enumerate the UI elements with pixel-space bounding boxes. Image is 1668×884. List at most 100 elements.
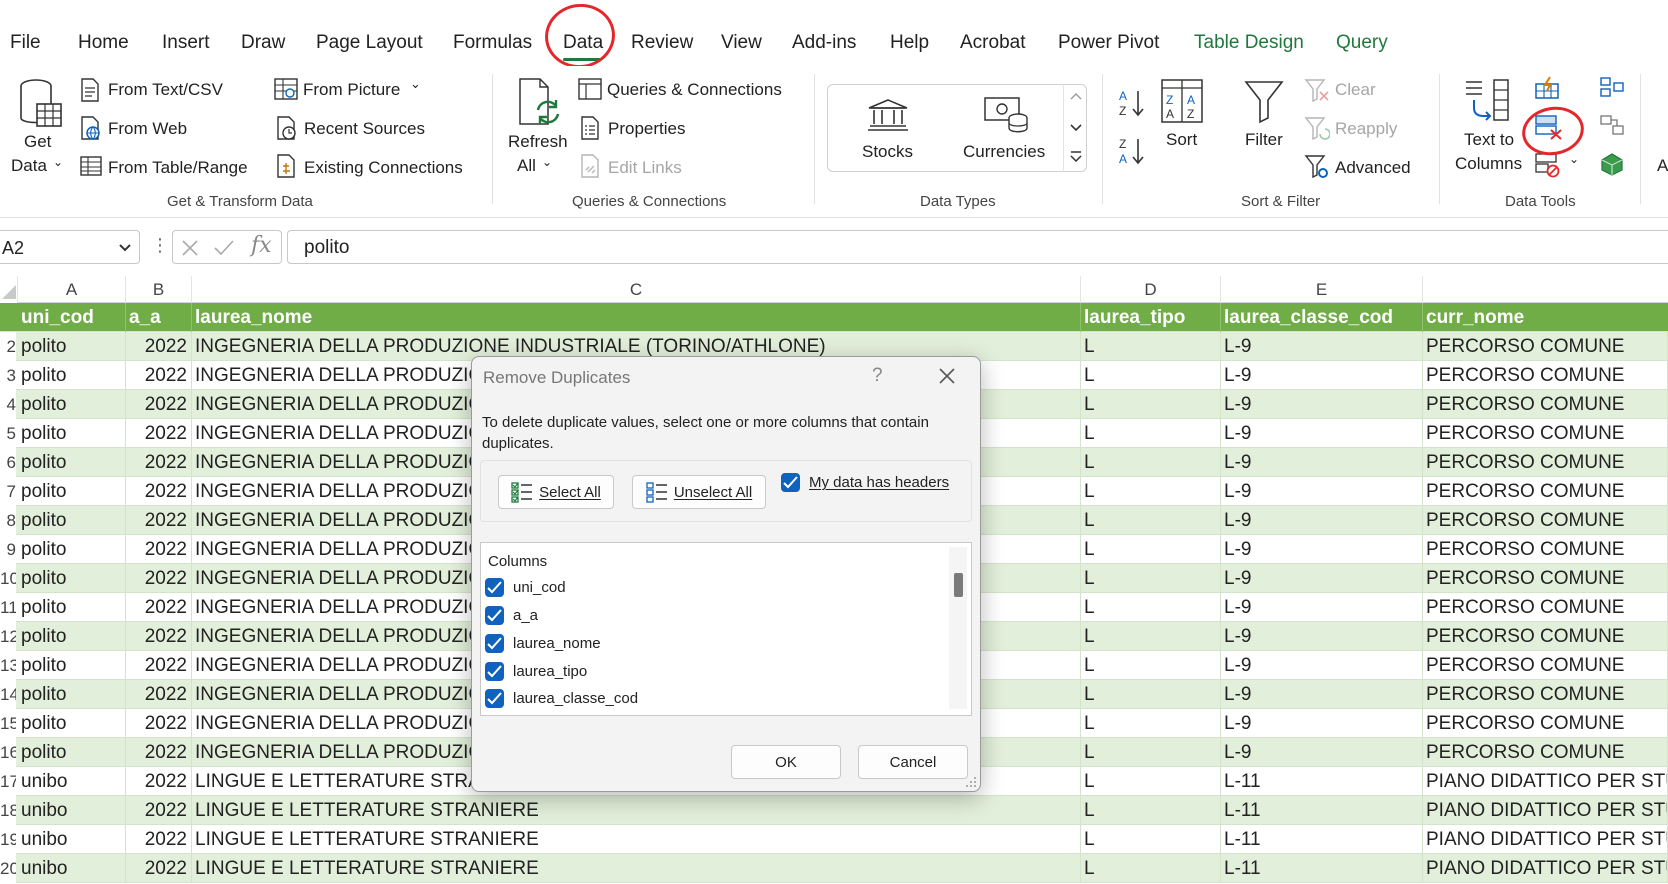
tab-help[interactable]: Help [890, 32, 929, 54]
row-number[interactable]: 7 [0, 477, 16, 506]
sort-icon[interactable]: Z A A Z [1160, 78, 1204, 124]
row-number[interactable]: 13 [0, 651, 16, 680]
tab-add-ins[interactable]: Add-ins [792, 32, 856, 54]
confirm-entry-icon[interactable] [213, 239, 235, 257]
from-table-range-button[interactable]: From Table/Range [108, 158, 248, 178]
help-icon[interactable]: ? [872, 365, 883, 387]
chevron-up-icon[interactable] [1070, 92, 1082, 100]
filter-button[interactable]: Filter [1245, 130, 1283, 150]
table-cell[interactable]: PIANO DIDATTICO PER STU [1423, 767, 1668, 796]
text-to-columns-icon[interactable] [1464, 78, 1512, 130]
from-web-button[interactable]: From Web [108, 119, 187, 139]
tab-query[interactable]: Query [1336, 32, 1388, 54]
table-cell[interactable]: L-9 [1221, 506, 1423, 535]
properties-button[interactable]: Properties [608, 119, 685, 139]
table-cell[interactable]: polito [18, 506, 126, 535]
data-model-icon[interactable] [1600, 152, 1624, 176]
formula-input[interactable]: polito [287, 230, 1668, 264]
refresh-all-label-2[interactable]: All [517, 156, 536, 176]
tab-insert[interactable]: Insert [162, 32, 210, 54]
table-header-cell[interactable]: uni_cod [18, 303, 126, 332]
table-cell[interactable]: LINGUE E LETTERATURE STRANIERE [192, 796, 1081, 825]
table-cell[interactable]: 2022 [126, 593, 192, 622]
row-number[interactable]: 5 [0, 419, 16, 448]
table-cell[interactable]: polito [18, 593, 126, 622]
sort-a-to-z-icon[interactable]: A Z [1118, 88, 1146, 118]
resize-grip-icon[interactable] [965, 776, 977, 788]
table-cell[interactable]: L-9 [1221, 593, 1423, 622]
table-cell[interactable]: L [1081, 448, 1221, 477]
tab-view[interactable]: View [721, 32, 762, 54]
table-cell[interactable]: polito [18, 390, 126, 419]
table-cell[interactable]: L [1081, 593, 1221, 622]
table-cell[interactable]: 2022 [126, 448, 192, 477]
table-cell[interactable]: L [1081, 709, 1221, 738]
table-cell[interactable]: PERCORSO COMUNE [1423, 622, 1668, 651]
table-cell[interactable]: L-11 [1221, 796, 1423, 825]
tab-home[interactable]: Home [78, 32, 129, 54]
table-cell[interactable]: 2022 [126, 825, 192, 854]
refresh-all-icon[interactable] [518, 78, 562, 130]
clear-button[interactable]: Clear [1335, 80, 1376, 100]
from-picture-button[interactable]: From Picture [303, 80, 400, 100]
advanced-button[interactable]: Advanced [1335, 158, 1411, 178]
table-cell[interactable]: PERCORSO COMUNE [1423, 651, 1668, 680]
chevron-down-icon[interactable] [118, 243, 132, 253]
unselect-all-button[interactable]: Unselect All [632, 475, 766, 509]
table-cell[interactable]: polito [18, 361, 126, 390]
table-cell[interactable]: L [1081, 738, 1221, 767]
tab-formulas[interactable]: Formulas [453, 32, 532, 54]
consolidate-icon[interactable] [1600, 76, 1624, 98]
table-cell[interactable]: PERCORSO COMUNE [1423, 593, 1668, 622]
name-box[interactable]: A2 [0, 230, 140, 264]
table-cell[interactable]: L [1081, 477, 1221, 506]
table-cell[interactable]: PERCORSO COMUNE [1423, 332, 1668, 361]
row-number[interactable]: 4 [0, 390, 16, 419]
row-number[interactable]: 18 [0, 796, 16, 825]
table-cell[interactable]: PERCORSO COMUNE [1423, 390, 1668, 419]
filter-icon[interactable] [1244, 80, 1284, 124]
table-cell[interactable]: L [1081, 390, 1221, 419]
table-cell[interactable]: 2022 [126, 680, 192, 709]
table-cell[interactable]: PERCORSO COMUNE [1423, 506, 1668, 535]
column-list-item[interactable]: a_a [485, 603, 925, 629]
insert-function-icon[interactable]: fx [251, 233, 272, 258]
table-cell[interactable]: 2022 [126, 738, 192, 767]
row-number[interactable]: 20 [0, 854, 16, 883]
table-cell[interactable]: L-9 [1221, 535, 1423, 564]
table-cell[interactable]: L [1081, 361, 1221, 390]
table-cell[interactable]: 2022 [126, 390, 192, 419]
chevron-down-icon[interactable]: ⌄ [410, 76, 421, 92]
chevron-down-icon[interactable] [1070, 124, 1082, 132]
table-cell[interactable]: polito [18, 448, 126, 477]
column-list-item[interactable]: laurea_classe_cod [485, 686, 925, 712]
table-cell[interactable]: polito [18, 419, 126, 448]
table-cell[interactable]: LINGUE E LETTERATURE STRANIERE [192, 825, 1081, 854]
table-cell[interactable]: PERCORSO COMUNE [1423, 361, 1668, 390]
edit-links-button[interactable]: Edit Links [608, 158, 682, 178]
column-header-c[interactable]: C [192, 276, 1081, 303]
table-cell[interactable]: 2022 [126, 854, 192, 883]
table-cell[interactable]: L-9 [1221, 622, 1423, 651]
table-cell[interactable]: L [1081, 419, 1221, 448]
column-checkbox[interactable] [485, 578, 504, 597]
table-cell[interactable]: 2022 [126, 651, 192, 680]
table-cell[interactable]: L-9 [1221, 564, 1423, 593]
currencies-button[interactable]: Currencies [963, 142, 1045, 162]
table-cell[interactable]: PERCORSO COMUNE [1423, 419, 1668, 448]
row-number[interactable]: 19 [0, 825, 16, 854]
stocks-icon[interactable] [867, 98, 909, 132]
column-header-d[interactable]: D [1081, 276, 1221, 303]
row-number[interactable]: 3 [0, 361, 16, 390]
table-cell[interactable]: 2022 [126, 564, 192, 593]
table-cell[interactable]: L-9 [1221, 332, 1423, 361]
table-cell[interactable]: 2022 [126, 332, 192, 361]
tab-acrobat[interactable]: Acrobat [960, 32, 1025, 54]
data-validation-icon[interactable] [1535, 152, 1561, 178]
column-header-e[interactable]: E [1221, 276, 1423, 303]
row-number[interactable]: 17 [0, 767, 16, 796]
flash-fill-icon[interactable] [1535, 76, 1561, 100]
row-number[interactable]: 15 [0, 709, 16, 738]
reapply-button[interactable]: Reapply [1335, 119, 1397, 139]
chevron-down-icon[interactable]: ⌄ [1569, 152, 1579, 166]
